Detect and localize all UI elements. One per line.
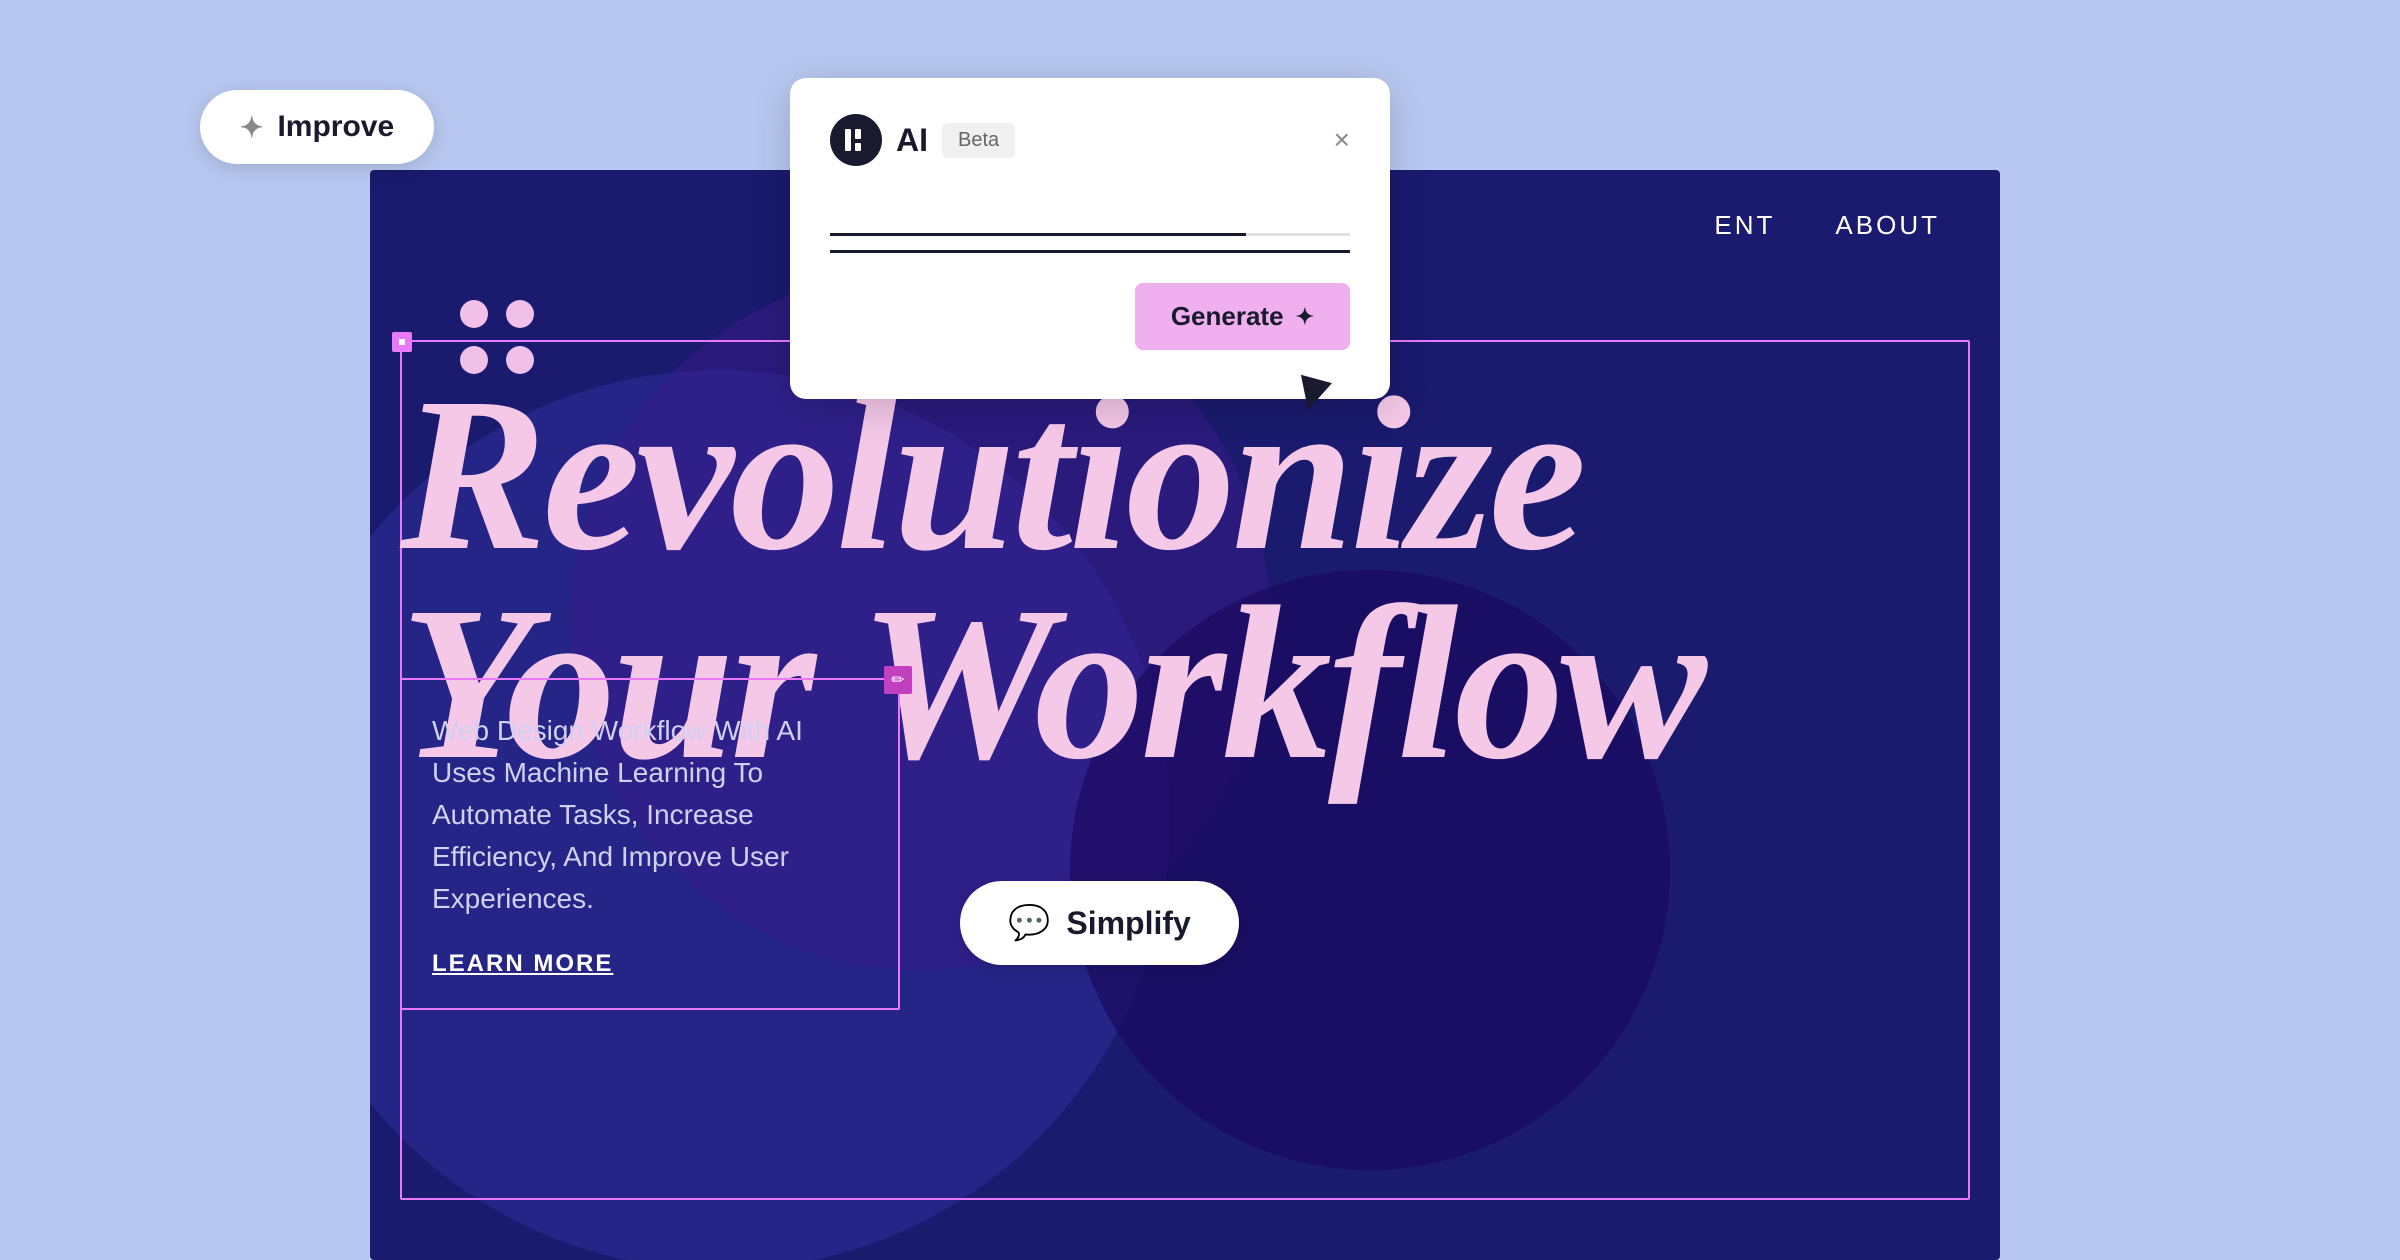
right-background	[2000, 0, 2400, 1260]
improve-label: Improve	[277, 110, 394, 144]
simplify-button[interactable]: 💬 Simplify	[960, 881, 1239, 965]
ai-panel: AI Beta × Generate ✦ ▼	[790, 78, 1390, 399]
nav-item-about[interactable]: ABOUT	[1835, 210, 1940, 241]
ai-input-area[interactable]	[830, 196, 1350, 253]
nav-item-content[interactable]: ENT	[1714, 210, 1775, 241]
edit-handle: ✏	[884, 666, 912, 694]
generate-label: Generate	[1171, 301, 1284, 332]
headline-line1: Revolutionize	[400, 370, 1970, 579]
generate-sparkle-icon: ✦	[1296, 304, 1314, 330]
selection-handle	[392, 332, 412, 352]
subtext-box: ✏ Web Design Workflow With AI Uses Machi…	[400, 678, 900, 1010]
beta-badge: Beta	[942, 123, 1015, 158]
generate-button[interactable]: Generate ✦	[1135, 283, 1350, 350]
elementor-logo	[830, 114, 882, 166]
ai-panel-footer: Generate ✦ ▼	[830, 283, 1350, 363]
improve-button[interactable]: ✦ Improve	[200, 90, 434, 164]
sparkle-icon: ✦	[240, 111, 263, 144]
ai-panel-header: AI Beta ×	[830, 114, 1350, 166]
nav-bar: ENT ABOUT	[1654, 170, 2000, 281]
ai-label: AI	[896, 122, 928, 159]
ai-panel-logo-group: AI Beta	[830, 114, 1015, 166]
subtext-body: Web Design Workflow With AI Uses Machine…	[432, 710, 868, 920]
learn-more-link[interactable]: LEARN MORE	[432, 950, 613, 978]
chat-bubble-icon: 💬	[1008, 903, 1050, 943]
close-button[interactable]: ×	[1334, 126, 1350, 154]
simplify-label: Simplify	[1066, 905, 1190, 942]
